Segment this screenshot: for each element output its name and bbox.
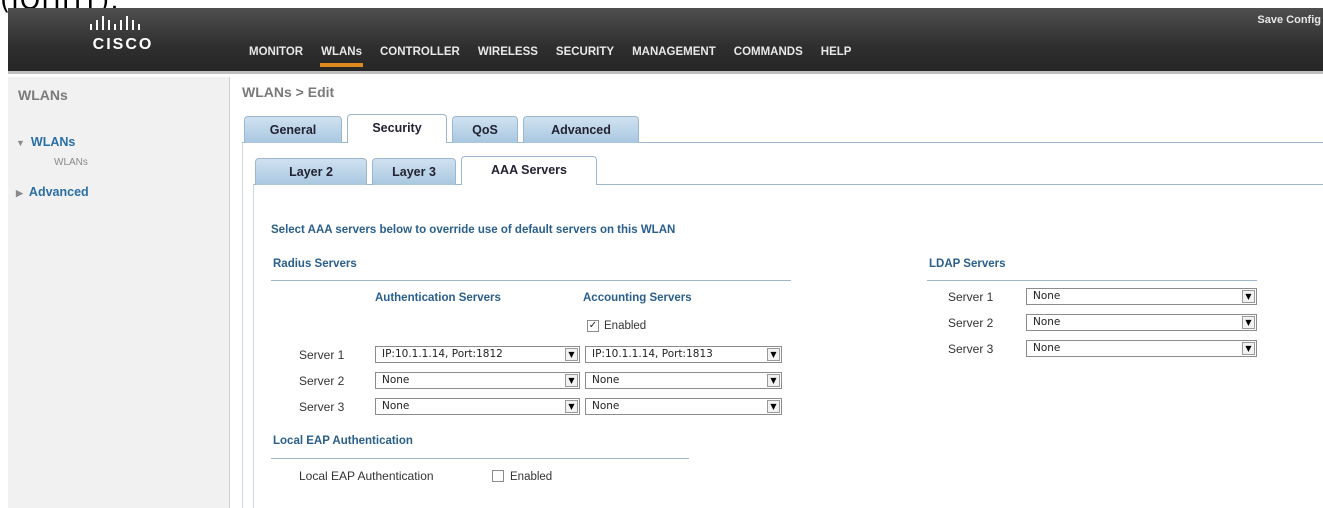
acct-servers-header: Accounting Servers bbox=[583, 292, 692, 304]
chevron-down-icon[interactable]: ▼ bbox=[1242, 342, 1255, 355]
chevron-down-icon[interactable]: ▼ bbox=[565, 348, 578, 361]
acct-server2-select[interactable]: None ▼ bbox=[585, 372, 782, 389]
cisco-bars-icon bbox=[78, 16, 168, 35]
local-eap-section-title: Local EAP Authentication bbox=[273, 435, 413, 447]
radius-divider bbox=[271, 280, 791, 281]
radius-server2-label: Server 2 bbox=[299, 374, 345, 388]
tab-advanced[interactable]: Advanced bbox=[523, 116, 639, 143]
auth-servers-header: Authentication Servers bbox=[375, 292, 501, 304]
select-value: None bbox=[592, 400, 620, 412]
select-value: None bbox=[1033, 290, 1061, 302]
select-value: None bbox=[382, 374, 410, 386]
auth-server1-select[interactable]: IP:10.1.1.14, Port:1812 ▼ bbox=[375, 346, 580, 363]
ldap-server3-select[interactable]: None ▼ bbox=[1026, 340, 1257, 357]
nav-monitor[interactable]: MONITOR bbox=[240, 44, 312, 67]
local-eap-enabled-label: Enabled bbox=[510, 471, 553, 483]
main-nav: MONITOR WLANs CONTROLLER WIRELESS SECURI… bbox=[240, 44, 860, 67]
chevron-down-icon[interactable]: ▼ bbox=[565, 400, 578, 413]
ldap-server1-label: Server 1 bbox=[948, 290, 994, 304]
tab-layer2[interactable]: Layer 2 bbox=[255, 158, 367, 185]
ldap-server2-label: Server 2 bbox=[948, 316, 994, 330]
tab-aaa-servers[interactable]: AAA Servers bbox=[461, 156, 597, 185]
chevron-down-icon[interactable]: ▼ bbox=[767, 400, 780, 413]
chevron-down-icon[interactable]: ▼ bbox=[767, 374, 780, 387]
radius-server3-label: Server 3 bbox=[299, 400, 345, 414]
nav-controller[interactable]: CONTROLLER bbox=[371, 44, 469, 67]
sidebar-item-label: WLANs bbox=[30, 135, 76, 149]
radius-server1-label: Server 1 bbox=[299, 348, 345, 362]
nav-wireless[interactable]: WIRELESS bbox=[469, 44, 547, 67]
chevron-down-icon[interactable]: ▼ bbox=[1242, 316, 1255, 329]
instruction-text: Select AAA servers below to override use… bbox=[271, 224, 676, 236]
page-title: WLANs > Edit bbox=[242, 84, 335, 100]
nav-management[interactable]: MANAGEMENT bbox=[623, 44, 725, 67]
select-value: None bbox=[592, 374, 620, 386]
ldap-server2-select[interactable]: None ▼ bbox=[1026, 314, 1257, 331]
sidebar-item-label: Advanced bbox=[28, 185, 89, 199]
auth-server2-select[interactable]: None ▼ bbox=[375, 372, 580, 389]
local-eap-divider bbox=[271, 458, 689, 459]
acct-server1-select[interactable]: IP:10.1.1.14, Port:1813 ▼ bbox=[585, 346, 782, 363]
sidebar: WLANs ▼ WLANs WLANs ▶ Advanced bbox=[8, 77, 230, 508]
ldap-divider bbox=[927, 280, 1257, 281]
tab-security[interactable]: Security bbox=[347, 114, 447, 143]
local-eap-label: Local EAP Authentication bbox=[299, 469, 434, 483]
triangle-down-icon: ▼ bbox=[16, 138, 25, 148]
sidebar-title: WLANs bbox=[18, 87, 68, 103]
app-header: CISCO MONITOR WLANs CONTROLLER WIRELESS … bbox=[8, 8, 1323, 74]
ldap-section-title: LDAP Servers bbox=[929, 258, 1006, 270]
tab-qos[interactable]: QoS bbox=[452, 116, 518, 143]
local-eap-enabled-checkbox[interactable] bbox=[492, 470, 504, 482]
nav-security[interactable]: SECURITY bbox=[547, 44, 623, 67]
select-value: None bbox=[382, 400, 410, 412]
radius-section-title: Radius Servers bbox=[273, 258, 357, 270]
auth-server3-select[interactable]: None ▼ bbox=[375, 398, 580, 415]
select-value: None bbox=[1033, 342, 1061, 354]
chevron-down-icon[interactable]: ▼ bbox=[565, 374, 578, 387]
select-value: IP:10.1.1.14, Port:1812 bbox=[382, 348, 503, 360]
logo-wordmark: CISCO bbox=[92, 36, 154, 53]
tab-layer3[interactable]: Layer 3 bbox=[372, 158, 456, 185]
ldap-server1-select[interactable]: None ▼ bbox=[1026, 288, 1257, 305]
sidebar-item-wlans[interactable]: ▼ WLANs bbox=[16, 135, 75, 149]
nav-wlans[interactable]: WLANs bbox=[312, 44, 371, 67]
select-value: None bbox=[1033, 316, 1061, 328]
acct-enabled-label: Enabled bbox=[604, 320, 647, 332]
ldap-server3-label: Server 3 bbox=[948, 342, 994, 356]
chevron-down-icon[interactable]: ▼ bbox=[767, 348, 780, 361]
select-value: IP:10.1.1.14, Port:1813 bbox=[592, 348, 713, 360]
acct-server3-select[interactable]: None ▼ bbox=[585, 398, 782, 415]
save-config-link[interactable]: Save Config bbox=[1257, 14, 1321, 26]
acct-enabled-checkbox[interactable]: ✓ bbox=[587, 320, 599, 332]
nav-help[interactable]: HELP bbox=[812, 44, 861, 67]
tab-general[interactable]: General bbox=[244, 116, 342, 143]
chevron-down-icon[interactable]: ▼ bbox=[1242, 290, 1255, 303]
cisco-logo[interactable]: CISCO bbox=[78, 16, 168, 55]
nav-commands[interactable]: COMMANDS bbox=[725, 44, 812, 67]
check-icon: ✓ bbox=[588, 320, 598, 331]
sidebar-subitem-wlans[interactable]: WLANs bbox=[54, 157, 88, 168]
sidebar-item-advanced[interactable]: ▶ Advanced bbox=[16, 185, 89, 199]
triangle-right-icon: ▶ bbox=[16, 188, 23, 198]
